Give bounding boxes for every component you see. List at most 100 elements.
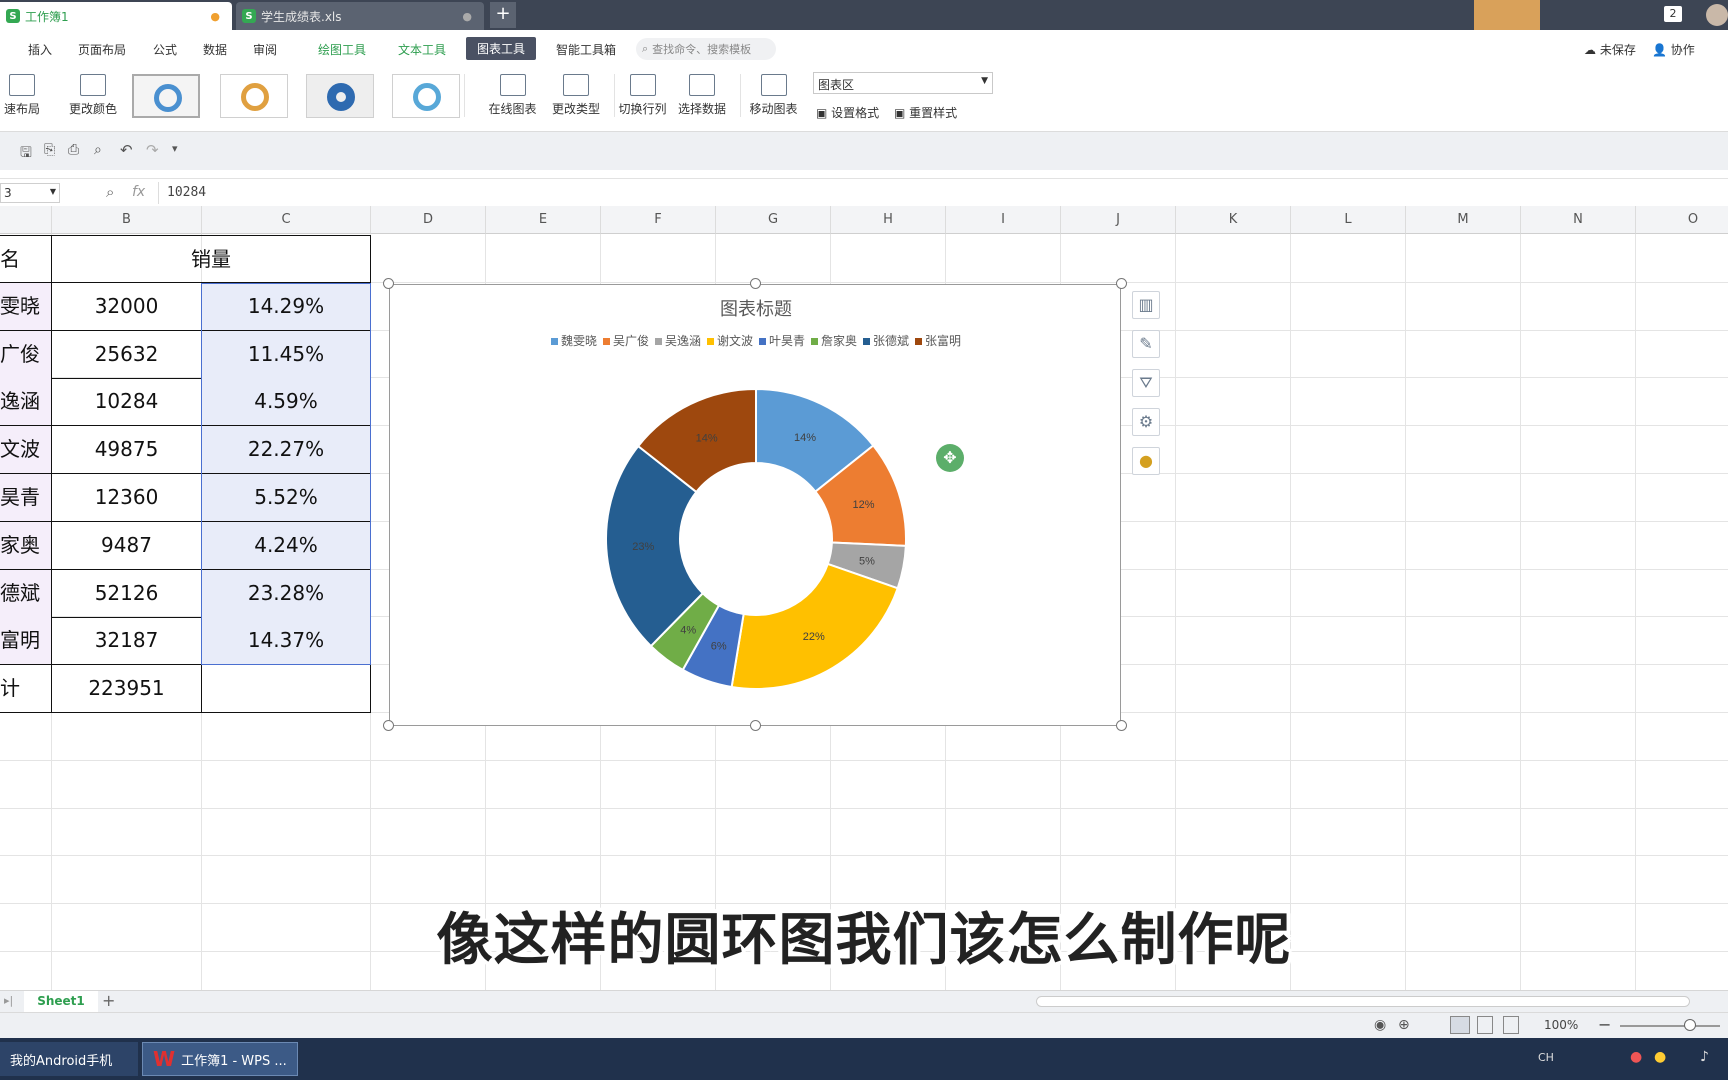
eye-protect-icon[interactable]: ◉ bbox=[1374, 1017, 1386, 1033]
chart-element-select[interactable]: 图表区 ▼ bbox=[813, 72, 993, 94]
notification-count[interactable]: 2 bbox=[1664, 6, 1682, 22]
chart-style-button[interactable]: ✎ bbox=[1132, 330, 1160, 358]
name-cell[interactable]: 广俊 bbox=[0, 331, 52, 379]
close-dot-icon[interactable]: ● bbox=[462, 10, 472, 23]
column-header-d[interactable]: D bbox=[371, 206, 486, 234]
zoom-icon[interactable]: ⌕ bbox=[106, 183, 114, 201]
tab-score-sheet[interactable]: S 学生成绩表.xls ● bbox=[236, 2, 484, 30]
customize-icon[interactable]: ▾ bbox=[172, 142, 178, 155]
print-icon[interactable]: ⎙ bbox=[68, 142, 79, 158]
normal-view-icon[interactable] bbox=[1450, 1016, 1470, 1034]
volume-icon[interactable]: ♪ bbox=[1700, 1049, 1709, 1065]
percent-cell[interactable]: 22.27% bbox=[202, 426, 371, 474]
column-header-g[interactable]: G bbox=[716, 206, 831, 234]
scroll-left-icon[interactable]: ▸| bbox=[4, 994, 13, 1007]
zoom-level[interactable]: 100% bbox=[1544, 1018, 1578, 1032]
name-cell[interactable]: 富明 bbox=[0, 617, 52, 665]
sheet-tab-sheet1[interactable]: Sheet1 bbox=[24, 991, 98, 1012]
column-header-f[interactable]: F bbox=[601, 206, 716, 234]
undo-icon[interactable]: ↶ bbox=[120, 141, 133, 159]
menu-smart-tools[interactable]: 智能工具箱 bbox=[556, 41, 616, 58]
tray-app-icon[interactable]: ● bbox=[1630, 1049, 1642, 1065]
add-sheet-button[interactable]: + bbox=[102, 991, 115, 1010]
split-view-icon[interactable]: ⊕ bbox=[1398, 1017, 1410, 1033]
sales-cell[interactable]: 32000 bbox=[52, 283, 202, 331]
taskbar-android-phone[interactable]: 我的Android手机 bbox=[0, 1042, 138, 1076]
formula-input[interactable]: 10284 bbox=[158, 182, 1728, 204]
sales-cell[interactable]: 10284 bbox=[52, 378, 202, 426]
fx-icon[interactable]: fx bbox=[132, 184, 145, 200]
percent-cell[interactable]: 23.28% bbox=[202, 570, 371, 618]
donut-plot[interactable]: 14% 12% 5% 22% 6% 4% 23% 14% bbox=[390, 285, 1122, 727]
sales-cell[interactable]: 32187 bbox=[52, 617, 202, 665]
column-header-e[interactable]: E bbox=[486, 206, 601, 234]
chart-elements-button[interactable]: ▥ bbox=[1132, 291, 1160, 319]
avatar[interactable] bbox=[1706, 4, 1728, 26]
tray-app-icon[interactable]: ● bbox=[1654, 1049, 1666, 1065]
horizontal-scrollbar[interactable] bbox=[1036, 996, 1690, 1007]
sales-cell[interactable]: 25632 bbox=[52, 331, 202, 379]
percent-cell[interactable]: 4.24% bbox=[202, 522, 371, 570]
menu-chart-tools[interactable]: 图表工具 bbox=[466, 37, 537, 60]
column-header-a[interactable] bbox=[0, 206, 52, 234]
name-cell[interactable]: 逸涵 bbox=[0, 378, 52, 426]
percent-cell[interactable]: 14.29% bbox=[202, 283, 371, 331]
total-sales-cell[interactable]: 223951 bbox=[52, 665, 202, 713]
online-chart-button[interactable]: 在线图表 bbox=[464, 74, 558, 117]
chart-settings-button[interactable]: ⚙ bbox=[1132, 408, 1160, 436]
menu-draw-tools[interactable]: 绘图工具 bbox=[318, 41, 366, 58]
zoom-out-icon[interactable]: − bbox=[1598, 1015, 1611, 1034]
sales-cell[interactable]: 12360 bbox=[52, 474, 202, 522]
chart-style-2[interactable] bbox=[220, 74, 288, 118]
zoom-slider[interactable] bbox=[1620, 1025, 1720, 1027]
move-chart-button[interactable]: 移动图表 bbox=[740, 74, 806, 117]
menu-insert[interactable]: 插入 bbox=[28, 41, 52, 58]
name-cell[interactable]: 德斌 bbox=[0, 570, 52, 618]
change-type-button[interactable]: 更改类型 bbox=[548, 74, 604, 117]
menu-page-layout[interactable]: 页面布局 bbox=[78, 41, 126, 58]
resize-handle[interactable] bbox=[383, 720, 394, 731]
sales-cell[interactable]: 52126 bbox=[52, 570, 202, 618]
chart-style-4[interactable] bbox=[392, 74, 460, 118]
switch-rowcol-button[interactable]: 切换行列 bbox=[614, 74, 670, 117]
column-header-b[interactable]: B bbox=[52, 206, 202, 234]
sales-cell[interactable]: 49875 bbox=[52, 426, 202, 474]
column-header-j[interactable]: J bbox=[1061, 206, 1176, 234]
collab-button[interactable]: 👤 协作 bbox=[1652, 41, 1695, 58]
redo-icon[interactable]: ↷ bbox=[146, 141, 159, 159]
header-sales-cell[interactable]: 销量 bbox=[52, 235, 371, 283]
column-header-k[interactable]: K bbox=[1176, 206, 1291, 234]
total-percent-cell[interactable] bbox=[202, 665, 371, 713]
zoom-slider-thumb[interactable] bbox=[1684, 1019, 1696, 1031]
cloud-unsaved-status[interactable]: ☁ 未保存 bbox=[1584, 41, 1636, 58]
reset-style-button[interactable]: ▣ 重置样式 bbox=[894, 104, 957, 121]
sales-cell[interactable]: 9487 bbox=[52, 522, 202, 570]
change-color-button[interactable]: 更改颜色 bbox=[62, 74, 124, 117]
header-name-cell[interactable]: 名 bbox=[0, 235, 52, 283]
resize-handle[interactable] bbox=[1116, 278, 1127, 289]
chart-filter-button[interactable]: ⛛ bbox=[1132, 369, 1160, 397]
set-format-button[interactable]: ▣ 设置格式 bbox=[816, 104, 879, 121]
column-header-h[interactable]: H bbox=[831, 206, 946, 234]
name-cell[interactable]: 家奥 bbox=[0, 522, 52, 570]
donut-chart[interactable]: 图表标题 魏雯晓 吴广俊 吴逸涵 谢文波 叶昊青 詹家奥 张德斌 张富明 14% 12% 5% 22… bbox=[389, 284, 1121, 726]
column-header-n[interactable]: N bbox=[1521, 206, 1636, 234]
ime-indicator[interactable]: CH bbox=[1538, 1051, 1554, 1064]
page-layout-view-icon[interactable] bbox=[1477, 1016, 1493, 1034]
chart-style-3[interactable] bbox=[306, 74, 374, 118]
percent-cell[interactable]: 5.52% bbox=[202, 474, 371, 522]
chart-style-1[interactable] bbox=[132, 74, 200, 118]
percent-cell[interactable]: 14.37% bbox=[202, 617, 371, 665]
total-label-cell[interactable]: 计 bbox=[0, 665, 52, 713]
resize-handle[interactable] bbox=[383, 278, 394, 289]
tab-workbook1[interactable]: S 工作簿1 ● bbox=[0, 2, 232, 30]
menu-formula[interactable]: 公式 bbox=[153, 41, 177, 58]
column-header-o[interactable]: O bbox=[1636, 206, 1728, 234]
menu-data[interactable]: 数据 bbox=[203, 41, 227, 58]
save-icon[interactable]: 🖫 bbox=[20, 142, 32, 166]
column-header-c[interactable]: C bbox=[202, 206, 371, 234]
name-cell[interactable]: 昊青 bbox=[0, 474, 52, 522]
donut-slice[interactable] bbox=[730, 562, 899, 690]
name-box[interactable]: 3 ▼ bbox=[0, 183, 60, 203]
menu-text-tools[interactable]: 文本工具 bbox=[398, 41, 446, 58]
